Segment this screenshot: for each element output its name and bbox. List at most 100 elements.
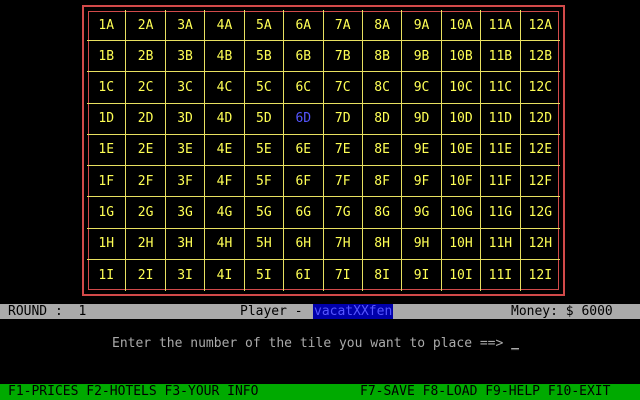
- tile-6A[interactable]: 6A: [284, 10, 324, 42]
- tile-8H[interactable]: 8H: [362, 228, 403, 260]
- tile-6F[interactable]: 6F: [284, 166, 324, 198]
- tile-3H[interactable]: 3H: [165, 228, 206, 260]
- tile-11C[interactable]: 11C: [481, 72, 521, 104]
- tile-8E[interactable]: 8E: [362, 134, 403, 167]
- tile-1D[interactable]: 1D: [87, 103, 127, 135]
- tile-5B[interactable]: 5B: [244, 41, 285, 73]
- tile-7F[interactable]: 7F: [323, 166, 363, 198]
- tile-2B[interactable]: 2B: [126, 41, 166, 73]
- tile-4H[interactable]: 4H: [205, 228, 245, 260]
- tile-3A[interactable]: 3A: [165, 10, 206, 42]
- tile-10G[interactable]: 10G: [441, 197, 482, 229]
- tile-10E[interactable]: 10E: [441, 134, 482, 167]
- tile-6G[interactable]: 6G: [284, 197, 324, 229]
- tile-11I[interactable]: 11I: [481, 259, 521, 291]
- tile-11A[interactable]: 11A: [481, 10, 521, 42]
- tile-8G[interactable]: 8G: [362, 197, 403, 229]
- tile-2F[interactable]: 2F: [126, 166, 166, 198]
- tile-9C[interactable]: 9C: [402, 72, 442, 104]
- tile-7A[interactable]: 7A: [323, 10, 363, 42]
- tile-10F[interactable]: 10F: [441, 166, 482, 198]
- tile-6C[interactable]: 6C: [284, 72, 324, 104]
- tile-6H[interactable]: 6H: [284, 228, 324, 260]
- tile-9A[interactable]: 9A: [402, 10, 442, 42]
- tile-1C[interactable]: 1C: [87, 72, 127, 104]
- tile-12I[interactable]: 12I: [521, 260, 560, 291]
- tile-3E[interactable]: 3E: [165, 134, 206, 167]
- tile-1H[interactable]: 1H: [87, 228, 127, 260]
- tile-2D[interactable]: 2D: [126, 103, 166, 135]
- tile-2H[interactable]: 2H: [126, 228, 166, 260]
- tile-3B[interactable]: 3B: [165, 41, 206, 73]
- tile-5E[interactable]: 5E: [244, 134, 285, 167]
- tile-6D[interactable]: 6D: [284, 103, 324, 135]
- tile-1F[interactable]: 1F: [87, 166, 127, 198]
- tile-7C[interactable]: 7C: [323, 72, 363, 104]
- tile-10B[interactable]: 10B: [441, 41, 482, 73]
- tile-11D[interactable]: 11D: [481, 103, 521, 135]
- tile-10C[interactable]: 10C: [441, 72, 482, 104]
- tile-1G[interactable]: 1G: [87, 197, 127, 229]
- tile-12B[interactable]: 12B: [520, 41, 560, 73]
- tile-5D[interactable]: 5D: [244, 103, 285, 135]
- tile-12A[interactable]: 12A: [520, 10, 560, 42]
- tile-4D[interactable]: 4D: [205, 103, 245, 135]
- tile-3C[interactable]: 3C: [165, 72, 206, 104]
- tile-11G[interactable]: 11G: [481, 197, 521, 229]
- tile-10A[interactable]: 10A: [441, 10, 482, 42]
- tile-4I[interactable]: 4I: [205, 259, 245, 291]
- tile-4G[interactable]: 4G: [205, 197, 245, 229]
- tile-3F[interactable]: 3F: [165, 166, 206, 198]
- input-prompt[interactable]: Enter the number of the tile you want to…: [112, 336, 519, 351]
- tile-1E[interactable]: 1E: [87, 134, 127, 167]
- tile-2E[interactable]: 2E: [126, 134, 166, 167]
- tile-6I[interactable]: 6I: [284, 259, 324, 291]
- tile-8C[interactable]: 8C: [362, 72, 403, 104]
- tile-9E[interactable]: 9E: [402, 134, 442, 167]
- tile-6E[interactable]: 6E: [284, 134, 324, 167]
- tile-12G[interactable]: 12G: [520, 197, 560, 229]
- tile-1I[interactable]: 1I: [87, 259, 127, 291]
- tile-6B[interactable]: 6B: [284, 41, 324, 73]
- tile-10H[interactable]: 10H: [441, 228, 482, 260]
- tile-8B[interactable]: 8B: [362, 41, 403, 73]
- tile-9B[interactable]: 9B: [402, 41, 442, 73]
- tile-4A[interactable]: 4A: [205, 10, 245, 42]
- tile-9F[interactable]: 9F: [402, 166, 442, 198]
- tile-2C[interactable]: 2C: [126, 72, 166, 104]
- tile-9H[interactable]: 9H: [402, 228, 442, 260]
- tile-4E[interactable]: 4E: [205, 134, 245, 167]
- tile-3G[interactable]: 3G: [165, 197, 206, 229]
- tile-3D[interactable]: 3D: [165, 103, 206, 135]
- tile-7G[interactable]: 7G: [323, 197, 363, 229]
- tile-10I[interactable]: 10I: [442, 259, 482, 291]
- tile-2G[interactable]: 2G: [126, 197, 166, 229]
- tile-10D[interactable]: 10D: [441, 103, 482, 135]
- tile-5G[interactable]: 5G: [244, 197, 285, 229]
- tile-7H[interactable]: 7H: [323, 228, 363, 260]
- tile-5F[interactable]: 5F: [244, 166, 285, 198]
- tile-2A[interactable]: 2A: [126, 10, 166, 42]
- tile-5I[interactable]: 5I: [245, 259, 285, 291]
- tile-4B[interactable]: 4B: [205, 41, 245, 73]
- tile-7E[interactable]: 7E: [323, 134, 363, 167]
- tile-5C[interactable]: 5C: [244, 72, 285, 104]
- tile-12E[interactable]: 12E: [520, 135, 560, 167]
- tile-4F[interactable]: 4F: [205, 166, 245, 198]
- tile-8I[interactable]: 8I: [363, 259, 403, 291]
- function-keys-right[interactable]: F7-SAVE F8-LOAD F9-HELP F10-EXIT: [360, 384, 610, 400]
- function-keys-left[interactable]: F1-PRICES F2-HOTELS F3-YOUR INFO: [8, 384, 258, 400]
- tile-9G[interactable]: 9G: [402, 197, 442, 229]
- tile-8F[interactable]: 8F: [362, 166, 403, 198]
- tile-1B[interactable]: 1B: [87, 41, 127, 73]
- tile-9D[interactable]: 9D: [402, 103, 442, 135]
- tile-5H[interactable]: 5H: [244, 228, 285, 260]
- tile-12H[interactable]: 12H: [520, 229, 560, 260]
- tile-11F[interactable]: 11F: [481, 166, 521, 198]
- tile-7I[interactable]: 7I: [324, 259, 363, 291]
- tile-11B[interactable]: 11B: [481, 41, 521, 73]
- tile-8A[interactable]: 8A: [362, 10, 403, 42]
- tile-1A[interactable]: 1A: [87, 10, 127, 42]
- tile-7B[interactable]: 7B: [323, 41, 363, 73]
- tile-12F[interactable]: 12F: [520, 166, 560, 198]
